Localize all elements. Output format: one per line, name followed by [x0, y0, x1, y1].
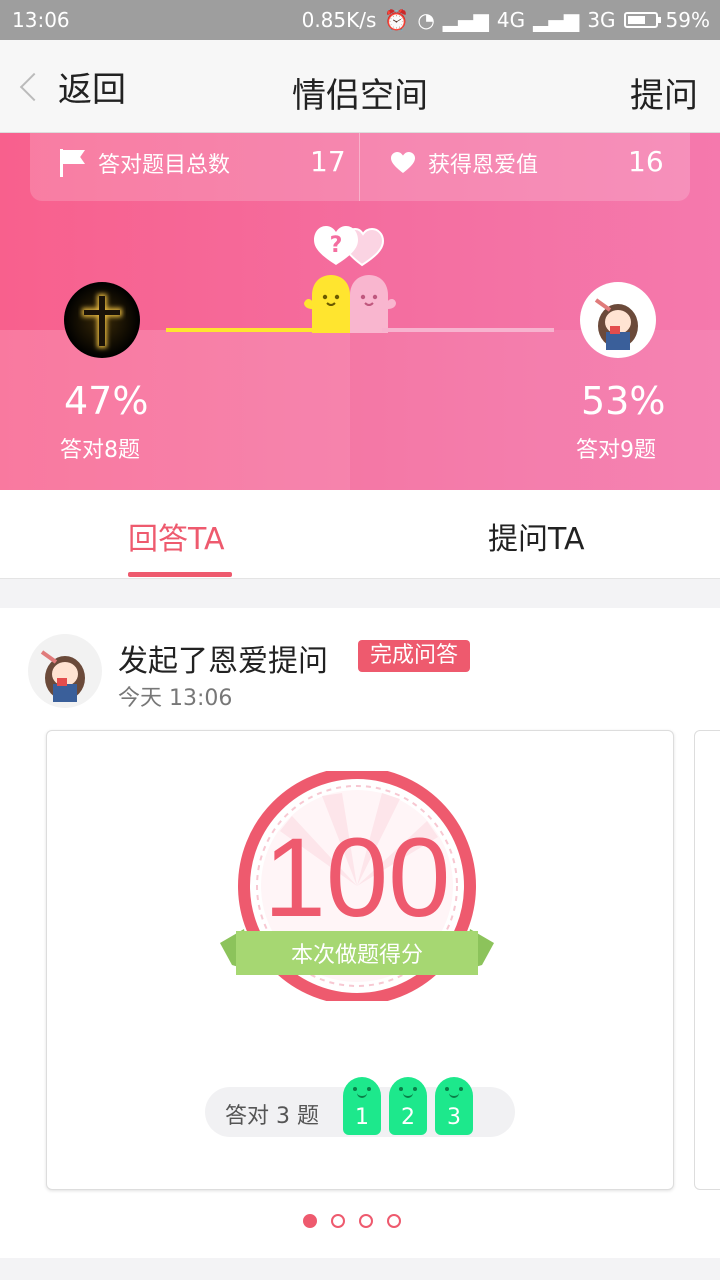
- flag-icon: [60, 149, 86, 177]
- question-token: 1: [343, 1077, 381, 1135]
- heart-icon: [391, 152, 415, 173]
- pager-dot[interactable]: [359, 1214, 373, 1228]
- left-sub: 答对8题: [60, 438, 140, 463]
- stat-love: 获得恩爱值 16: [390, 145, 664, 179]
- question-token: 2: [389, 1077, 427, 1135]
- stats-box: 答对题目总数 17 获得恩爱值 16: [30, 133, 690, 201]
- status-icons: 0.85K/s ⏰ ◔ ▂▄▆ 4G ▂▄▆ 3G 59%: [302, 8, 710, 32]
- tab-answer-ta[interactable]: 回答TA: [128, 514, 225, 558]
- battery-icon: [623, 12, 661, 28]
- avatar-right[interactable]: [580, 282, 656, 358]
- status-bar: 13:06 0.85K/s ⏰ ◔ ▂▄▆ 4G ▂▄▆ 3G 59%: [0, 0, 720, 40]
- feed-title: 发起了恩爱提问: [118, 644, 328, 679]
- cross-icon: [82, 294, 122, 348]
- girl-avatar-icon: [594, 298, 638, 350]
- avatar-left[interactable]: [64, 282, 140, 358]
- feed-item: 发起了恩爱提问 完成问答 今天 13:06 100 本次做题得分 答对 3 题 …: [0, 608, 720, 1258]
- question-mark: ?: [330, 233, 343, 258]
- score-caption: 本次做题得分: [291, 943, 423, 968]
- page-title: 情侣空间: [292, 76, 428, 116]
- progress-right: [382, 328, 554, 332]
- feed-time: 今天 13:06: [118, 686, 233, 711]
- stat-love-label: 获得恩爱值: [428, 153, 539, 178]
- couple-mascots: [304, 275, 396, 333]
- battery-percent: 59%: [665, 8, 710, 32]
- tab-indicator: [128, 572, 232, 577]
- stat-love-value: 16: [628, 145, 664, 178]
- pager-dot-active[interactable]: [303, 1214, 317, 1228]
- tab-ask-ta[interactable]: 提问TA: [488, 514, 585, 558]
- answered-label: 答对 3 题: [225, 1104, 319, 1129]
- wifi-icon: ◔: [417, 8, 435, 32]
- pager-dot[interactable]: [331, 1214, 345, 1228]
- left-percent: 47%: [64, 379, 149, 423]
- stat-correct-label: 答对题目总数: [98, 153, 231, 178]
- status-badge: 完成问答: [358, 640, 471, 672]
- alarm-icon: ⏰: [384, 8, 410, 32]
- progress-left: [166, 328, 316, 332]
- score-medal: 100 本次做题得分: [220, 771, 494, 1001]
- question-token-number: 3: [447, 1105, 461, 1130]
- right-sub: 答对9题: [576, 438, 656, 463]
- score-card[interactable]: 100 本次做题得分 答对 3 题 1 2 3: [46, 730, 674, 1190]
- net-speed: 0.85K/s: [301, 8, 377, 32]
- pager-dot[interactable]: [387, 1214, 401, 1228]
- signal-icon: ▂▄▆: [442, 8, 489, 32]
- pager-dots: [303, 1214, 401, 1228]
- next-card-peek[interactable]: [694, 730, 720, 1190]
- nav-bar: 返回 情侣空间 提问: [0, 40, 720, 133]
- question-token-number: 2: [401, 1105, 415, 1130]
- status-time: 13:06: [12, 8, 70, 32]
- tab-bar: 回答TA 提问TA: [0, 490, 720, 579]
- question-hearts-icon: ?: [314, 226, 385, 267]
- couple-hero: 答对题目总数 17 获得恩爱值 16 ? 47% 答对8题 53% 答对9题: [0, 133, 720, 490]
- stat-correct-value: 17: [310, 145, 346, 178]
- signal-icon-2: ▂▄▆: [533, 8, 580, 32]
- network-3g: 3G: [587, 8, 616, 32]
- stat-correct-total: 答对题目总数 17: [60, 145, 346, 179]
- question-token-number: 1: [355, 1105, 369, 1130]
- question-token: 3: [435, 1077, 473, 1135]
- network-4g: 4G: [496, 8, 526, 32]
- score-value: 100: [264, 815, 451, 940]
- right-percent: 53%: [581, 379, 666, 423]
- user-avatar[interactable]: [28, 634, 102, 708]
- ask-button[interactable]: 提问: [630, 68, 698, 117]
- girl-avatar-icon: [40, 650, 85, 702]
